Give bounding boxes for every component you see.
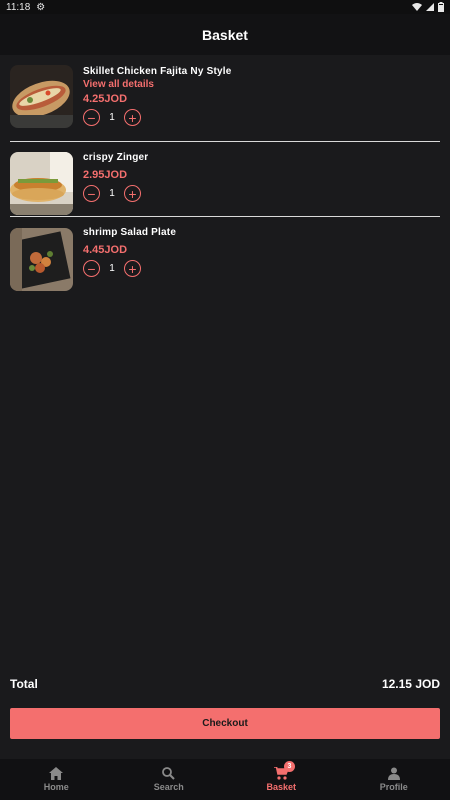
status-time: 11:18 bbox=[6, 1, 31, 13]
increase-button[interactable]: + bbox=[124, 185, 141, 202]
checkout-button[interactable]: Checkout bbox=[10, 708, 440, 739]
decrease-button[interactable]: − bbox=[83, 260, 100, 277]
checkout-label: Checkout bbox=[202, 718, 248, 729]
food-image bbox=[10, 228, 73, 291]
basket-item: crispy Zinger 2.95JOD − 1 + bbox=[0, 142, 450, 216]
item-price: 4.45JOD bbox=[83, 244, 128, 256]
item-info: Skillet Chicken Fajita Ny Style View all… bbox=[83, 66, 231, 126]
quantity-value: 1 bbox=[109, 112, 115, 123]
home-icon bbox=[49, 767, 64, 780]
bottom-nav: Home Search Basket 3 Profile bbox=[0, 759, 450, 800]
settings-gear-icon: ⚙ bbox=[36, 1, 46, 13]
decrease-button[interactable]: − bbox=[83, 109, 100, 126]
basket-item: shrimp Salad Plate 4.45JOD − 1 + bbox=[0, 217, 450, 291]
quantity-value: 1 bbox=[109, 263, 115, 274]
basket-item: Skillet Chicken Fajita Ny Style View all… bbox=[0, 55, 450, 141]
total-label: Total bbox=[10, 677, 38, 691]
food-image bbox=[10, 152, 73, 215]
nav-label-search: Search bbox=[153, 782, 184, 792]
minus-icon: − bbox=[87, 185, 96, 202]
increase-button[interactable]: + bbox=[124, 260, 141, 277]
nav-item-search[interactable]: Search bbox=[113, 759, 226, 800]
quantity-stepper: − 1 + bbox=[83, 109, 231, 126]
app-header: Basket bbox=[0, 14, 450, 55]
person-icon bbox=[387, 767, 400, 780]
decrease-button[interactable]: − bbox=[83, 185, 100, 202]
quantity-value: 1 bbox=[109, 188, 115, 199]
item-info: shrimp Salad Plate 4.45JOD − 1 + bbox=[83, 227, 176, 277]
view-details-link[interactable]: View all details bbox=[83, 79, 231, 90]
plus-icon: + bbox=[128, 260, 137, 277]
wifi-icon bbox=[412, 2, 422, 11]
quantity-stepper: − 1 + bbox=[83, 260, 176, 277]
nav-label-basket: Basket bbox=[266, 782, 297, 792]
item-name: crispy Zinger bbox=[83, 152, 149, 163]
minus-icon: − bbox=[87, 260, 96, 277]
search-icon bbox=[162, 767, 175, 780]
page-title: Basket bbox=[202, 26, 248, 43]
cell-signal-icon bbox=[426, 3, 434, 11]
nav-item-home[interactable]: Home bbox=[0, 759, 113, 800]
minus-icon: − bbox=[87, 109, 96, 126]
nav-label-home: Home bbox=[43, 782, 69, 792]
item-price: 4.25JOD bbox=[83, 93, 128, 105]
item-price: 2.95JOD bbox=[83, 169, 128, 181]
status-bar: 11:18 ⚙ bbox=[0, 0, 450, 14]
food-image bbox=[10, 65, 73, 128]
plus-icon: + bbox=[128, 185, 137, 202]
status-icons bbox=[412, 2, 444, 12]
total-value: 12.15 JOD bbox=[381, 677, 440, 691]
nav-item-basket[interactable]: Basket 3 bbox=[225, 759, 338, 800]
cart-count-badge: 3 bbox=[284, 761, 295, 772]
nav-label-profile: Profile bbox=[379, 782, 408, 792]
quantity-stepper: − 1 + bbox=[83, 185, 148, 202]
battery-icon bbox=[438, 2, 444, 12]
item-info: crispy Zinger 2.95JOD − 1 + bbox=[83, 152, 148, 202]
nav-item-profile[interactable]: Profile bbox=[338, 759, 450, 800]
item-name: shrimp Salad Plate bbox=[83, 227, 177, 238]
total-row: Total 12.15 JOD bbox=[10, 677, 440, 691]
item-name: Skillet Chicken Fajita Ny Style bbox=[83, 66, 232, 77]
plus-icon: + bbox=[128, 109, 137, 126]
increase-button[interactable]: + bbox=[124, 109, 141, 126]
